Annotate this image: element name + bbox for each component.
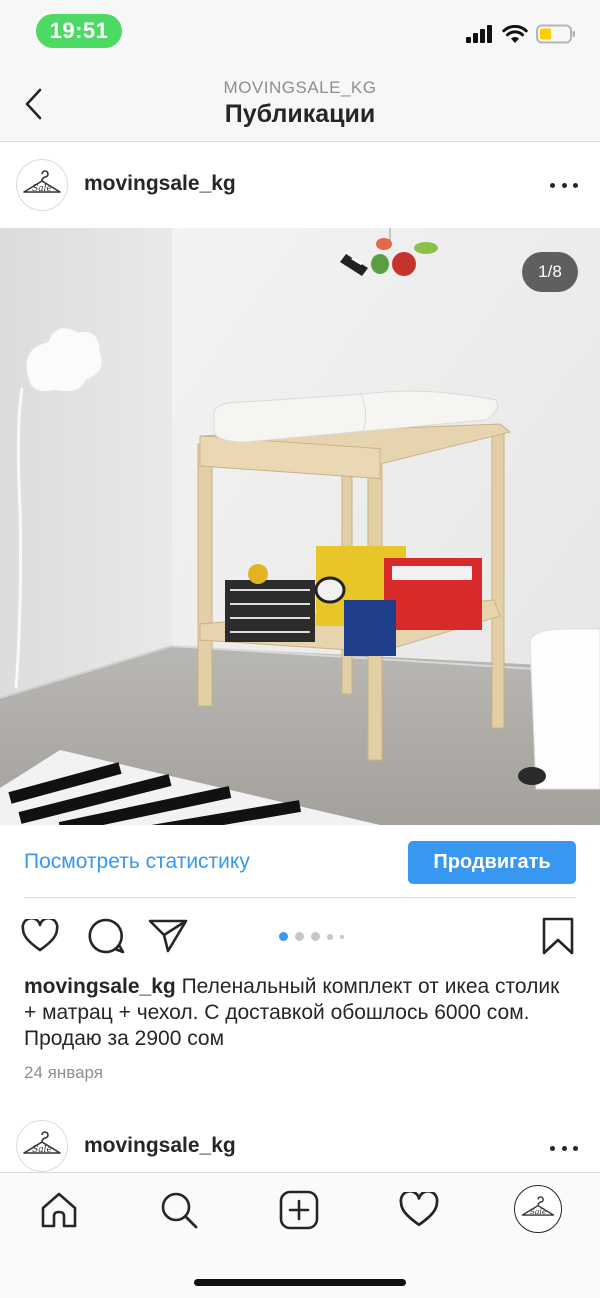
hanger-logo-icon: Sale (23, 170, 61, 194)
post-header: Sale movingsale_kg (0, 142, 600, 228)
next-post-header: Sale movingsale_kg (0, 1110, 600, 1174)
tab-profile[interactable]: Sale (514, 1185, 562, 1233)
save-button[interactable] (538, 916, 578, 956)
carousel-dot (295, 932, 304, 941)
carousel-dot (311, 932, 320, 941)
tab-search[interactable] (156, 1187, 202, 1233)
comment-button[interactable] (86, 916, 126, 956)
send-icon (148, 919, 188, 953)
carousel-dot (340, 934, 344, 939)
post-date: 24 января (24, 1063, 103, 1082)
svg-text:Sale: Sale (32, 1145, 52, 1155)
carousel-dot-active (279, 932, 288, 941)
carousel-dot (327, 933, 333, 940)
share-button[interactable] (148, 916, 188, 956)
avatar[interactable]: Sale (16, 1120, 68, 1172)
tab-home[interactable] (36, 1187, 82, 1233)
next-post-username[interactable]: movingsale_kg (84, 1134, 236, 1158)
home-icon (41, 1192, 77, 1228)
battery-icon (536, 24, 575, 44)
promote-button[interactable]: Продвигать (408, 841, 576, 884)
wifi-icon (502, 24, 528, 43)
post-caption: movingsale_kg Пеленальный комплект от ик… (24, 974, 574, 1052)
comment-icon (88, 918, 125, 954)
nav-subtitle: MOVINGSALE_KG (223, 78, 377, 97)
more-options-button[interactable] (550, 180, 578, 190)
avatar[interactable]: Sale (16, 159, 68, 211)
search-icon (161, 1192, 198, 1229)
heart-icon (399, 1192, 439, 1227)
post-actions (0, 908, 600, 964)
post-username[interactable]: movingsale_kg (84, 172, 236, 196)
carousel-dots (279, 932, 344, 941)
status-time: 19:51 (36, 14, 122, 48)
cellular-signal-icon (466, 25, 492, 43)
hanger-logo-icon: Sale (23, 1131, 61, 1155)
home-indicator (194, 1279, 406, 1286)
divider (24, 897, 576, 898)
status-bar: 19:51 (0, 0, 600, 66)
tab-activity[interactable] (396, 1187, 442, 1233)
heart-icon (21, 919, 59, 952)
svg-text:Sale: Sale (32, 184, 52, 194)
caption-username[interactable]: movingsale_kg (24, 975, 176, 998)
image-counter-badge: 1/8 (522, 252, 578, 292)
status-icons (466, 24, 576, 44)
add-post-icon (279, 1190, 319, 1230)
svg-text:Sale: Sale (529, 1207, 546, 1216)
bottom-tab-bar: Sale (0, 1172, 600, 1298)
view-stats-link[interactable]: Посмотреть статистику (24, 850, 250, 874)
page-title: Публикации (224, 100, 376, 128)
changing-table-photo (0, 228, 600, 825)
nav-header: MOVINGSALE_KG Публикации (0, 66, 600, 142)
bookmark-icon (542, 917, 574, 955)
tab-new-post[interactable] (276, 1187, 322, 1233)
like-button[interactable] (20, 916, 60, 956)
more-options-button[interactable] (550, 1143, 578, 1153)
post-photo[interactable]: 1/8 (0, 228, 600, 825)
profile-avatar: Sale (521, 1196, 555, 1216)
insights-row: Посмотреть статистику Продвигать (0, 826, 600, 898)
